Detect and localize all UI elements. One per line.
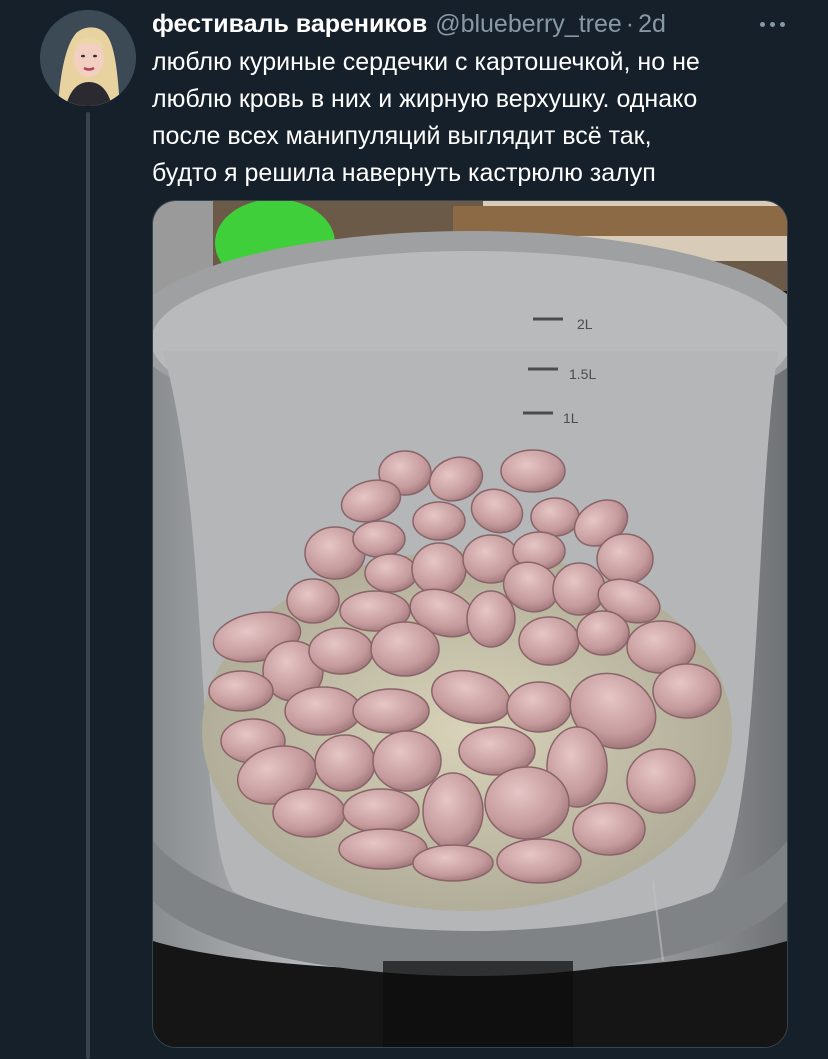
tweet-header: фестиваль вареников @blueberry_tree · 2d xyxy=(152,8,666,40)
tweet-text-line: люблю куриные сердечки с картошечкой, но… xyxy=(152,48,700,76)
user-handle[interactable]: @blueberry_tree xyxy=(435,10,622,39)
avatar[interactable] xyxy=(40,10,136,106)
tweet-text-line: будто я решила навернуть кастрюлю залуп xyxy=(152,159,656,187)
pot-marking: 1.5L xyxy=(569,366,596,382)
tweet-text-line: люблю кровь в них и жирную верхушку. одн… xyxy=(152,85,698,113)
timestamp[interactable]: 2d xyxy=(638,10,666,39)
photo-pot-of-chicken-hearts: 2L 1.5L 1L xyxy=(153,201,787,1047)
tweet-photo[interactable]: 2L 1.5L 1L xyxy=(152,200,788,1048)
thread-line xyxy=(86,112,90,1059)
tweet-text: люблю куриные сердечки с картошечкой, но… xyxy=(152,44,802,192)
pot-marking: 2L xyxy=(577,316,593,332)
pot-marking: 1L xyxy=(563,410,579,426)
tweet-text-line: после всех манипуляций выглядит всё так, xyxy=(152,122,652,150)
tweet[interactable]: фестиваль вареников @blueberry_tree · 2d… xyxy=(0,0,828,1059)
separator-dot: · xyxy=(625,9,635,38)
more-horizontal-icon[interactable] xyxy=(752,14,792,34)
avatar-photo xyxy=(40,10,136,106)
display-name[interactable]: фестиваль вареников xyxy=(152,10,427,39)
